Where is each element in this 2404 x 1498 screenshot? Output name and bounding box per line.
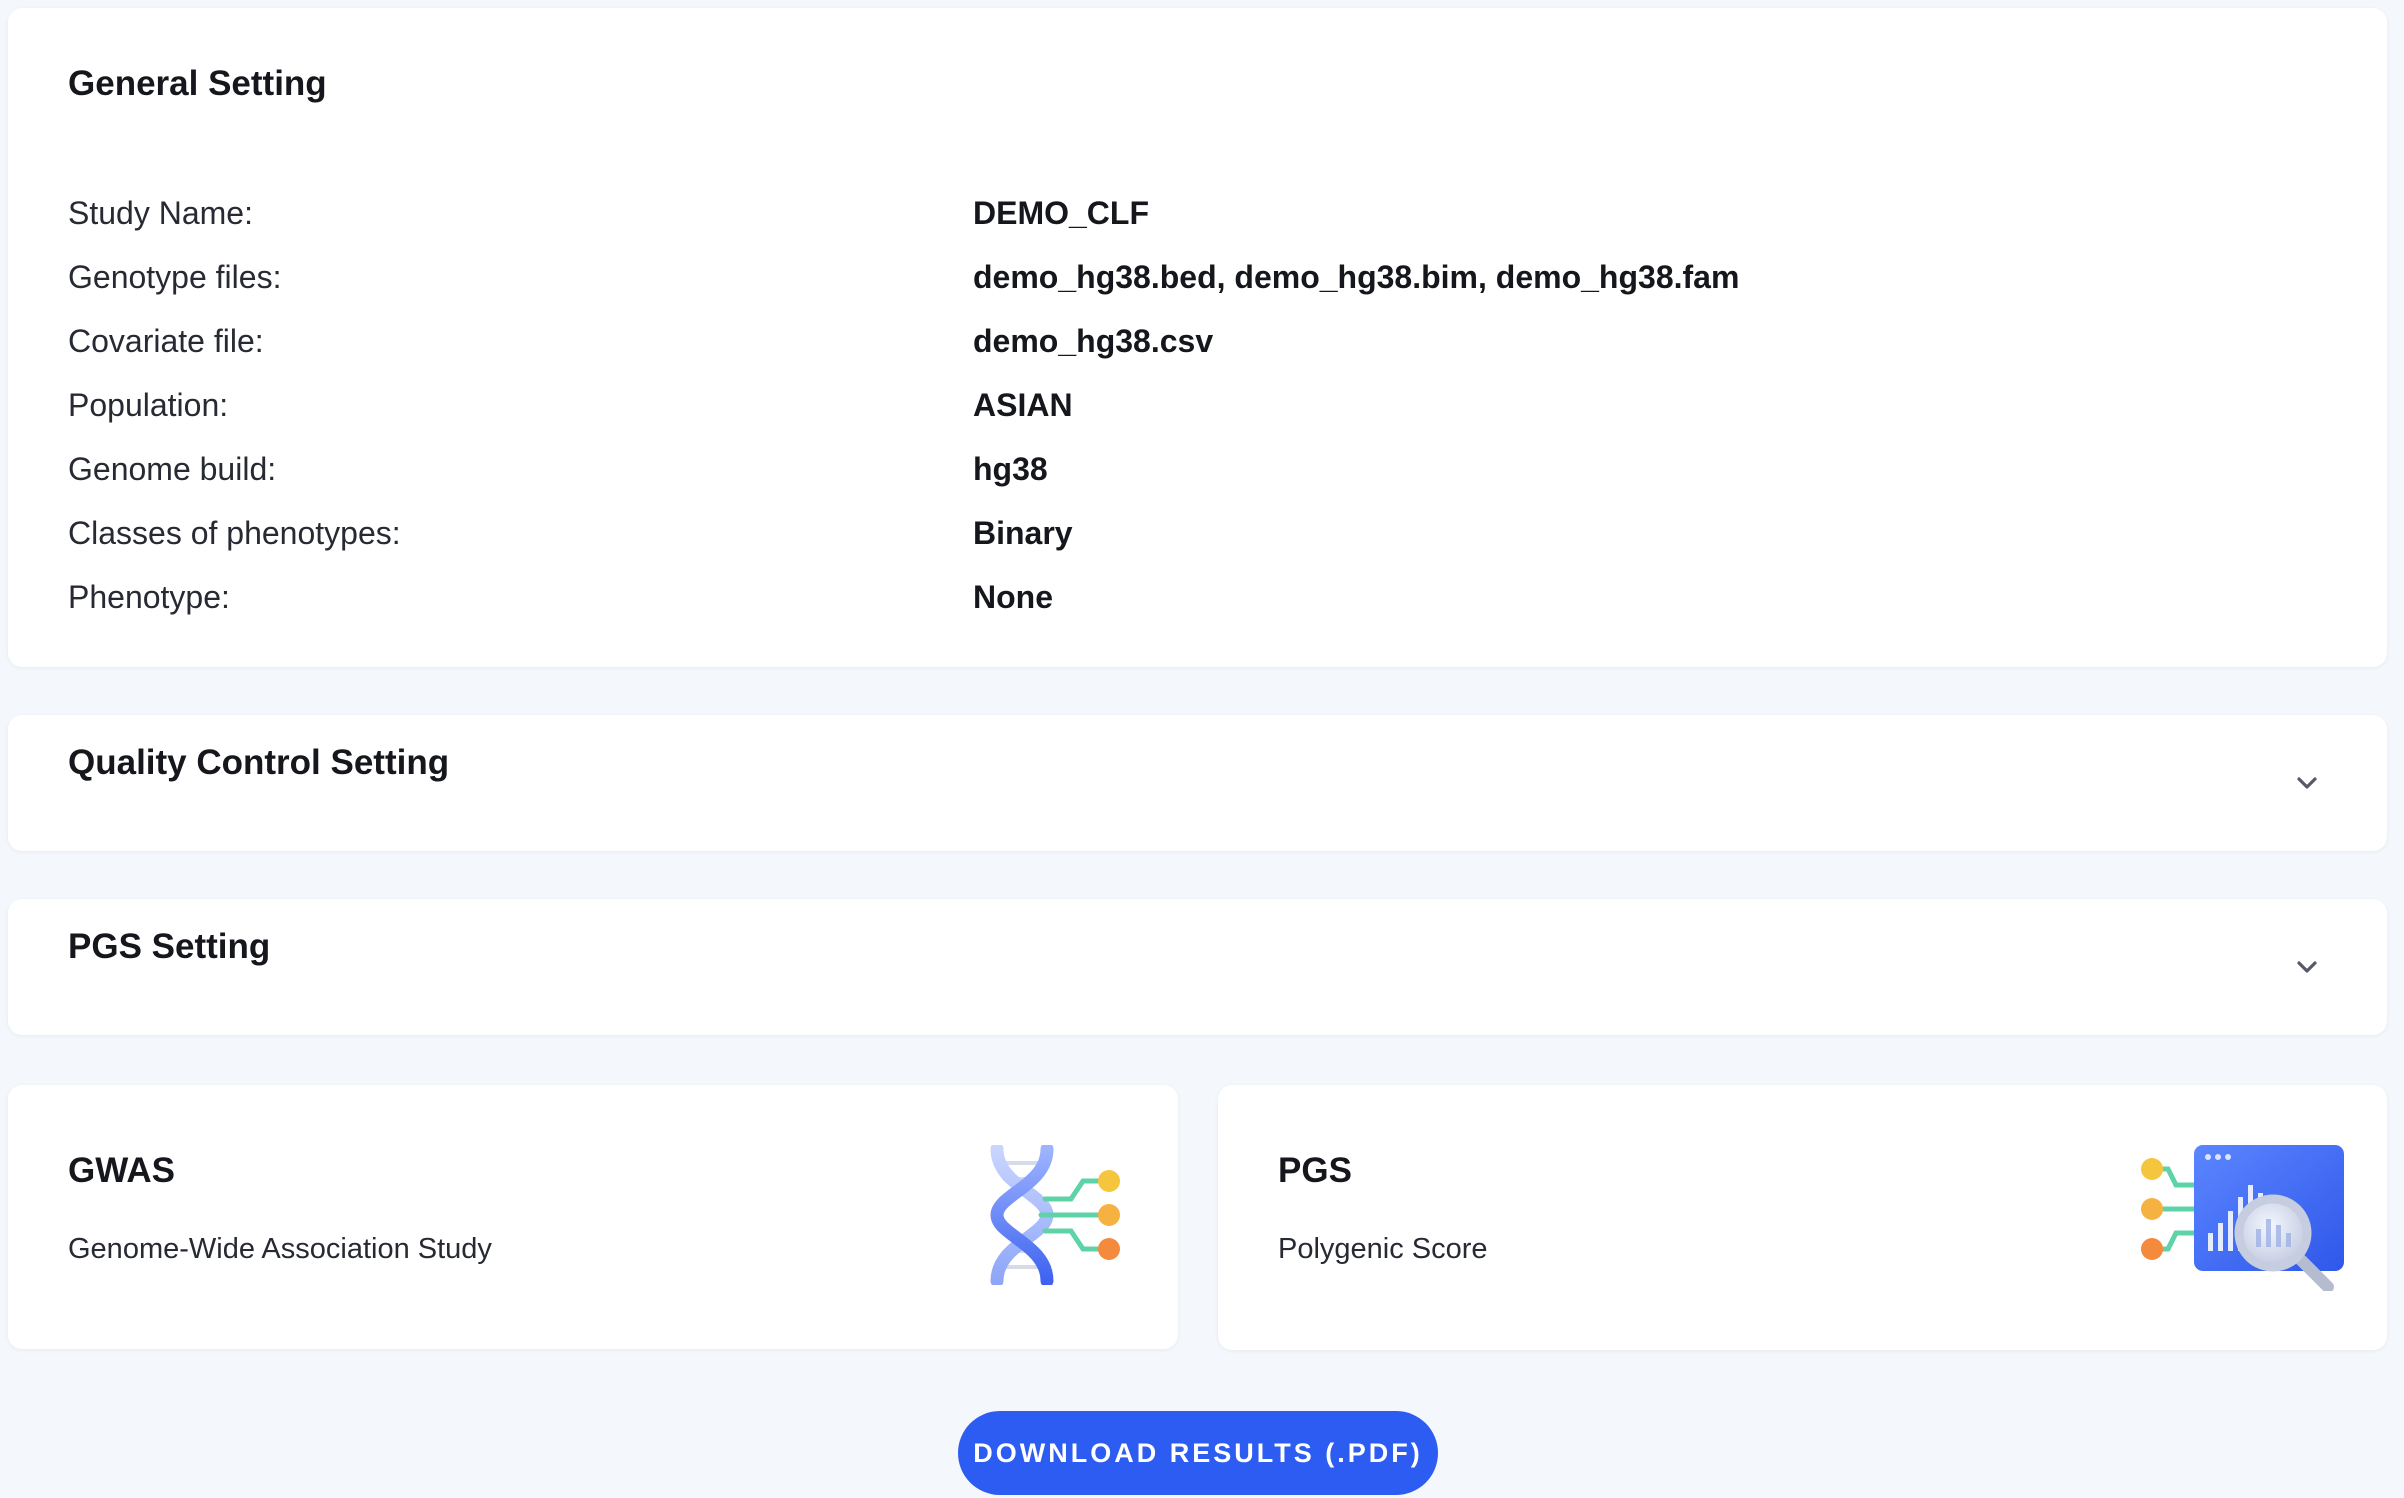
gwas-subtitle: Genome-Wide Association Study xyxy=(68,1233,492,1265)
setting-row-covariate-file: Covariate file: demo_hg38.csv xyxy=(68,317,2348,381)
setting-label: Covariate file: xyxy=(68,323,264,359)
pgs-setting-panel[interactable]: PGS Setting xyxy=(8,899,2387,1035)
quality-control-setting-panel[interactable]: Quality Control Setting xyxy=(8,715,2387,851)
general-setting-card: General Setting Study Name: DEMO_CLF Gen… xyxy=(8,8,2387,667)
setting-value: DEMO_CLF xyxy=(973,195,1149,231)
setting-value: ASIAN xyxy=(973,387,1073,423)
setting-row-phenotype: Phenotype: None xyxy=(68,573,2348,637)
setting-row-genome-build: Genome build: hg38 xyxy=(68,445,2348,509)
setting-value: hg38 xyxy=(973,451,1048,487)
setting-label: Study Name: xyxy=(68,195,253,231)
pgs-setting-title: PGS Setting xyxy=(68,927,271,966)
general-setting-title: General Setting xyxy=(68,64,327,103)
setting-value: Binary xyxy=(973,515,1073,551)
setting-row-phenotype-classes: Classes of phenotypes: Binary xyxy=(68,509,2348,573)
download-results-button[interactable]: DOWNLOAD RESULTS (.PDF) xyxy=(958,1411,1438,1495)
dna-icon xyxy=(990,1145,1120,1285)
setting-value: None xyxy=(973,579,1053,615)
chart-magnifier-icon xyxy=(2141,1145,2344,1291)
setting-label: Genotype files: xyxy=(68,259,282,295)
setting-row-population: Population: ASIAN xyxy=(68,381,2348,445)
pgs-title: PGS xyxy=(1278,1151,1352,1190)
setting-label: Population: xyxy=(68,387,229,423)
pgs-card[interactable]: PGS Polygenic Score xyxy=(1218,1085,2387,1350)
setting-label: Phenotype: xyxy=(68,579,230,615)
setting-value: demo_hg38.bed, demo_hg38.bim, demo_hg38.… xyxy=(973,259,1740,295)
setting-label: Classes of phenotypes: xyxy=(68,515,401,551)
setting-row-study-name: Study Name: DEMO_CLF xyxy=(68,189,2348,253)
general-setting-list: Study Name: DEMO_CLF Genotype files: dem… xyxy=(68,189,2348,637)
chevron-down-icon[interactable] xyxy=(2293,953,2321,981)
chevron-down-icon[interactable] xyxy=(2293,769,2321,797)
setting-label: Genome build: xyxy=(68,451,277,487)
gwas-title: GWAS xyxy=(68,1151,175,1190)
gwas-card[interactable]: GWAS Genome-Wide Association Study xyxy=(8,1085,1178,1349)
quality-control-setting-title: Quality Control Setting xyxy=(68,743,450,782)
pgs-subtitle: Polygenic Score xyxy=(1278,1233,1488,1265)
setting-row-genotype-files: Genotype files: demo_hg38.bed, demo_hg38… xyxy=(68,253,2348,317)
setting-value: demo_hg38.csv xyxy=(973,323,1214,359)
